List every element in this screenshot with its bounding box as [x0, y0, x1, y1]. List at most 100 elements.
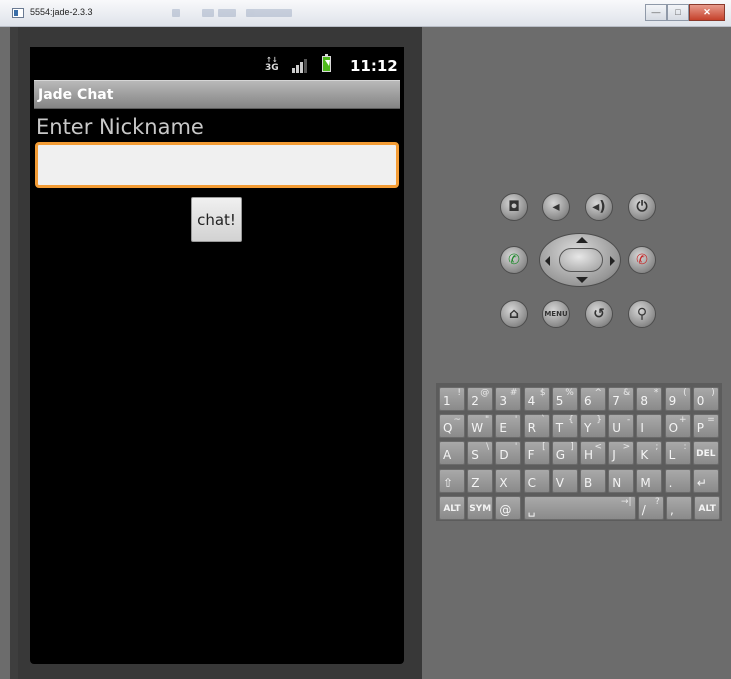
key-1[interactable]: 1!	[439, 387, 465, 411]
dpad-left-icon[interactable]	[545, 256, 550, 266]
close-button[interactable]: ✕	[689, 4, 725, 21]
back-button[interactable]: ↺	[585, 300, 613, 328]
menu-icon: MENU	[544, 310, 568, 318]
key-r[interactable]: R `	[523, 414, 550, 438]
key-4[interactable]: 4 $	[523, 387, 550, 411]
key-del[interactable]: DEL	[692, 441, 719, 465]
call-icon: ✆	[508, 252, 520, 268]
dpad-down-icon[interactable]	[576, 277, 588, 283]
key-label: ,	[670, 503, 674, 517]
camera-icon: ◘	[508, 199, 520, 215]
volume-up-button[interactable]: ◂)	[585, 193, 613, 221]
key-alt-label: {	[568, 415, 574, 425]
key-j[interactable]: J >	[608, 441, 635, 465]
key-p[interactable]: P =	[692, 414, 719, 438]
power-button[interactable]: ⏻	[628, 193, 656, 221]
camera-button[interactable]: ◘	[500, 193, 528, 221]
key-label: D	[499, 448, 509, 462]
key-h[interactable]: H <	[580, 441, 606, 465]
key-n[interactable]: N	[608, 469, 635, 493]
key-alt-label: &	[623, 388, 631, 398]
key-w[interactable]: W "	[467, 414, 494, 438]
key-label: Q	[443, 421, 453, 435]
key-label: ⇧	[443, 476, 454, 490]
key-label: K	[640, 448, 649, 462]
key-label: ALT	[443, 504, 461, 514]
key-s[interactable]: S \	[467, 441, 494, 465]
key-label: 4	[527, 394, 536, 408]
search-button[interactable]: ⚲	[628, 300, 656, 328]
home-icon: ⌂	[508, 306, 520, 322]
window-frame-left	[10, 27, 18, 679]
key-i[interactable]: I	[636, 414, 663, 438]
key-label: M	[640, 476, 651, 490]
key-alt-label: !	[457, 388, 461, 398]
key-symbol-3-8[interactable]: .	[664, 469, 691, 493]
dpad-center-button[interactable]	[559, 248, 603, 272]
key-o[interactable]: O +	[664, 414, 691, 438]
menu-button[interactable]: MENU	[542, 300, 570, 328]
key-f[interactable]: F[	[523, 441, 550, 465]
app-title: Jade Chat	[38, 87, 114, 103]
end-call-button[interactable]: ✆	[628, 246, 656, 274]
key-b[interactable]: B	[580, 469, 606, 493]
key-a[interactable]: A	[439, 441, 465, 465]
key-v[interactable]: V	[551, 469, 578, 493]
key-0[interactable]: 0)	[692, 387, 719, 411]
key-alt-label: '	[514, 415, 518, 425]
key-l[interactable]: L:	[664, 441, 691, 465]
key-6[interactable]: 6 ^	[580, 387, 606, 411]
battery-charging-icon	[322, 54, 331, 72]
key-label: ↵	[696, 476, 707, 490]
volume-down-button[interactable]: ◂	[542, 193, 570, 221]
home-button[interactable]: ⌂	[500, 300, 528, 328]
key-z[interactable]: Z	[467, 469, 494, 493]
dpad-right-icon[interactable]	[610, 256, 615, 266]
power-icon: ⏻	[636, 199, 648, 215]
key-k[interactable]: K;	[636, 441, 663, 465]
chat-button[interactable]: chat!	[191, 197, 242, 242]
dpad-up-icon[interactable]	[576, 237, 588, 243]
key-d[interactable]: D '	[495, 441, 522, 465]
key-e[interactable]: E '	[495, 414, 522, 438]
key-symbol-3-9[interactable]: ↵	[692, 469, 719, 493]
key-alt[interactable]: ALT	[694, 496, 721, 520]
minimize-button[interactable]: —	[645, 4, 667, 21]
key-x[interactable]: X	[495, 469, 522, 493]
key-2[interactable]: 2 @	[467, 387, 494, 411]
key-symbol-4-3[interactable]: ␣ →|	[523, 496, 636, 520]
key-8[interactable]: 8 *	[636, 387, 663, 411]
status-bar: ↑↓ 3G 11:12	[30, 47, 404, 80]
key-label: .	[668, 476, 673, 490]
key-7[interactable]: 7 &	[608, 387, 635, 411]
key-c[interactable]: C	[523, 469, 550, 493]
key-alt-label: "	[485, 415, 490, 425]
key-label: W	[471, 421, 484, 435]
nickname-input[interactable]	[35, 142, 399, 188]
key-label: N	[612, 476, 622, 490]
hardware-keyboard: 1! 2 @3 #4 $5% 6 ^ 7 & 8 * 9(0) Q ~ W " E ' R ` T{Y} U - I O + P = A…	[436, 383, 722, 521]
key-label: 1	[443, 394, 451, 408]
key-y[interactable]: Y}	[580, 414, 606, 438]
key-alt-label: +	[679, 415, 687, 425]
key-alt[interactable]: ALT	[439, 496, 465, 520]
key-sym[interactable]: SYM	[467, 496, 494, 520]
key-t[interactable]: T{	[551, 414, 578, 438]
key-symbol-4-2[interactable]: @	[495, 496, 522, 520]
dpad[interactable]	[539, 233, 621, 287]
key-q[interactable]: Q ~	[439, 414, 465, 438]
key-symbol-3-0[interactable]: ⇧	[439, 469, 465, 493]
key-label: I	[640, 421, 644, 435]
key-g[interactable]: G]	[551, 441, 578, 465]
key-9[interactable]: 9(	[664, 387, 691, 411]
call-button[interactable]: ✆	[500, 246, 528, 274]
key-3[interactable]: 3 #	[495, 387, 522, 411]
search-icon: ⚲	[636, 306, 648, 322]
key-5[interactable]: 5%	[551, 387, 578, 411]
key-m[interactable]: M	[636, 469, 663, 493]
maximize-button[interactable]: □	[667, 4, 689, 21]
key-u[interactable]: U-	[608, 414, 635, 438]
key-symbol-4-5[interactable]: ,	[666, 496, 692, 520]
key-symbol-4-4[interactable]: /?	[637, 496, 664, 520]
key-label: C	[527, 476, 536, 490]
